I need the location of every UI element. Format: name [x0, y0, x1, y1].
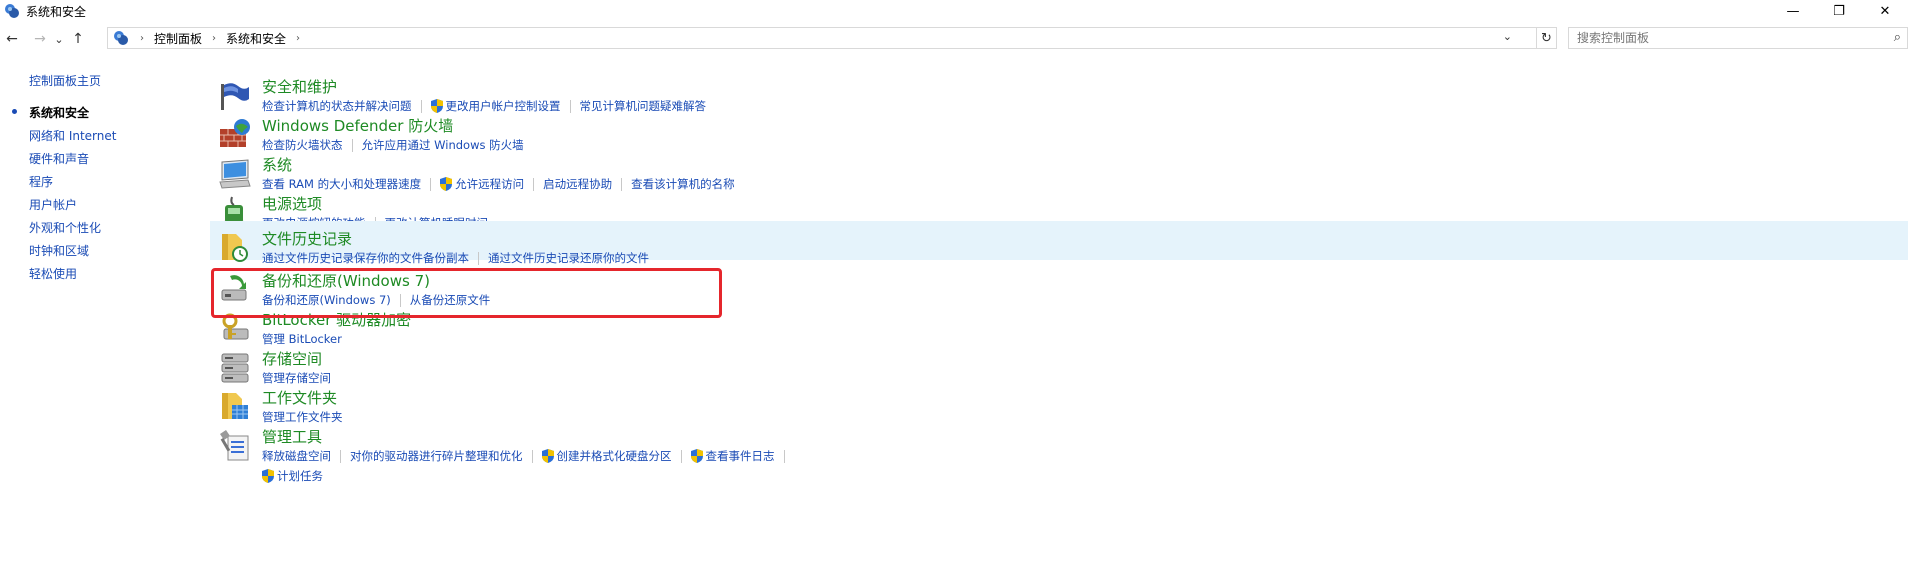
sidebar-home-link[interactable]: 控制面板主页: [29, 72, 101, 89]
category-title[interactable]: 电源选项: [262, 193, 322, 214]
file-history-icon: [218, 230, 252, 264]
restore-button[interactable]: ❐: [1816, 0, 1862, 22]
category-title[interactable]: 存储空间: [262, 348, 322, 369]
link-defragment[interactable]: 对你的驱动器进行碎片整理和优化: [350, 448, 523, 464]
category-title[interactable]: Windows Defender 防火墙: [262, 115, 453, 136]
forward-button[interactable]: →: [30, 28, 50, 50]
category-admin-tools: 管理工具 释放磁盘空间 对你的驱动器进行碎片整理和优化 创建并格式化硬盘分区 查…: [210, 426, 1908, 486]
flag-icon: [218, 78, 252, 112]
link-remote-assistance[interactable]: 启动远程协助: [543, 176, 612, 192]
uac-shield-icon: [690, 449, 703, 463]
link-allow-app[interactable]: 允许应用通过 Windows 防火墙: [362, 137, 524, 153]
breadcrumb-separator: ›: [212, 32, 217, 44]
link-manage-bitlocker[interactable]: 管理 BitLocker: [262, 331, 342, 347]
sidebar-item-user-accounts[interactable]: 用户帐户: [0, 196, 116, 219]
search-icon[interactable]: ⌕: [1894, 30, 1901, 45]
link-label: 查看事件日志: [705, 449, 775, 463]
category-title[interactable]: 工作文件夹: [262, 387, 337, 408]
computer-icon: [218, 156, 252, 190]
category-title[interactable]: 管理工具: [262, 426, 322, 447]
link-troubleshoot[interactable]: 常见计算机问题疑难解答: [580, 98, 707, 114]
sidebar-item-programs[interactable]: 程序: [0, 173, 116, 196]
link-disk-cleanup[interactable]: 释放磁盘空间: [262, 448, 331, 464]
link-save-backup[interactable]: 通过文件历史记录保存你的文件备份副本: [262, 250, 469, 266]
navigation-bar: ← → ⌄ ↑ › 控制面板 › 系统和安全 › ⌄ ↻ ⌕: [0, 26, 1908, 52]
link-event-log[interactable]: 查看事件日志: [690, 448, 775, 464]
uac-shield-icon: [262, 469, 274, 483]
sidebar-item-hardware[interactable]: 硬件和声音: [0, 150, 116, 173]
address-bar[interactable]: › 控制面板 › 系统和安全 › ⌄: [107, 27, 1537, 49]
close-button[interactable]: ✕: [1862, 0, 1908, 22]
uac-shield-icon: [541, 449, 554, 463]
link-task-scheduler[interactable]: 计划任务: [262, 468, 323, 484]
search-input[interactable]: [1577, 31, 1877, 45]
address-dropdown-icon[interactable]: ⌄: [1503, 30, 1512, 43]
link-uac-settings[interactable]: 更改用户帐户控制设置: [430, 98, 561, 114]
work-folders-icon: [218, 389, 252, 423]
back-button[interactable]: ←: [2, 28, 22, 50]
link-create-partition[interactable]: 创建并格式化硬盘分区: [541, 448, 672, 464]
search-box[interactable]: ⌕: [1568, 27, 1908, 49]
sidebar-item-clock-region[interactable]: 时钟和区域: [0, 242, 116, 265]
category-title[interactable]: 安全和维护: [262, 76, 337, 97]
category-title[interactable]: 文件历史记录: [262, 228, 352, 249]
sidebar-item-system-security[interactable]: 系统和安全: [0, 104, 116, 127]
link-manage-storage[interactable]: 管理存储空间: [262, 370, 331, 386]
link-label: 创建并格式化硬盘分区: [556, 449, 672, 463]
breadcrumb-system-security[interactable]: 系统和安全: [226, 30, 286, 47]
category-file-history: 文件历史记录 通过文件历史记录保存你的文件备份副本 通过文件历史记录还原你的文件: [210, 221, 1908, 265]
link-restore-files[interactable]: 通过文件历史记录还原你的文件: [488, 250, 649, 266]
link-manage-work-folders[interactable]: 管理工作文件夹: [262, 409, 343, 425]
minimize-button[interactable]: —: [1770, 0, 1816, 22]
link-label: 允许远程访问: [455, 177, 525, 191]
breadcrumb-separator[interactable]: ›: [296, 33, 300, 44]
firewall-icon: [218, 117, 252, 151]
link-label: 更改用户帐户控制设置: [445, 99, 561, 113]
link-allow-remote[interactable]: 允许远程访问: [440, 176, 524, 192]
link-firewall-status[interactable]: 检查防火墙状态: [262, 137, 343, 153]
window-title: 系统和安全: [26, 4, 87, 19]
control-panel-icon: [4, 3, 20, 19]
sidebar-item-appearance[interactable]: 外观和个性化: [0, 219, 116, 242]
title-bar: 系统和安全 — ❐ ✕: [0, 0, 1908, 22]
control-panel-icon: [112, 30, 130, 46]
link-view-ram-cpu[interactable]: 查看 RAM 的大小和处理器速度: [262, 176, 421, 192]
sidebar-item-ease-of-access[interactable]: 轻松使用: [0, 265, 116, 288]
link-computer-name[interactable]: 查看该计算机的名称: [631, 176, 735, 192]
category-title[interactable]: 系统: [262, 154, 292, 175]
highlight-annotation-box: [211, 268, 722, 318]
sidebar-item-network[interactable]: 网络和 Internet: [0, 127, 116, 150]
refresh-button[interactable]: ↻: [1537, 27, 1557, 49]
admin-tools-icon: [218, 428, 252, 462]
breadcrumb-separator: ›: [140, 32, 144, 44]
uac-shield-icon: [440, 177, 453, 191]
link-label: 计划任务: [277, 469, 323, 483]
breadcrumb-control-panel[interactable]: 控制面板: [154, 30, 202, 47]
uac-shield-icon: [430, 99, 443, 113]
recent-locations-button[interactable]: ⌄: [52, 28, 66, 50]
storage-icon: [218, 350, 252, 384]
up-button[interactable]: ↑: [68, 28, 88, 50]
link-check-status[interactable]: 检查计算机的状态并解决问题: [262, 98, 412, 114]
